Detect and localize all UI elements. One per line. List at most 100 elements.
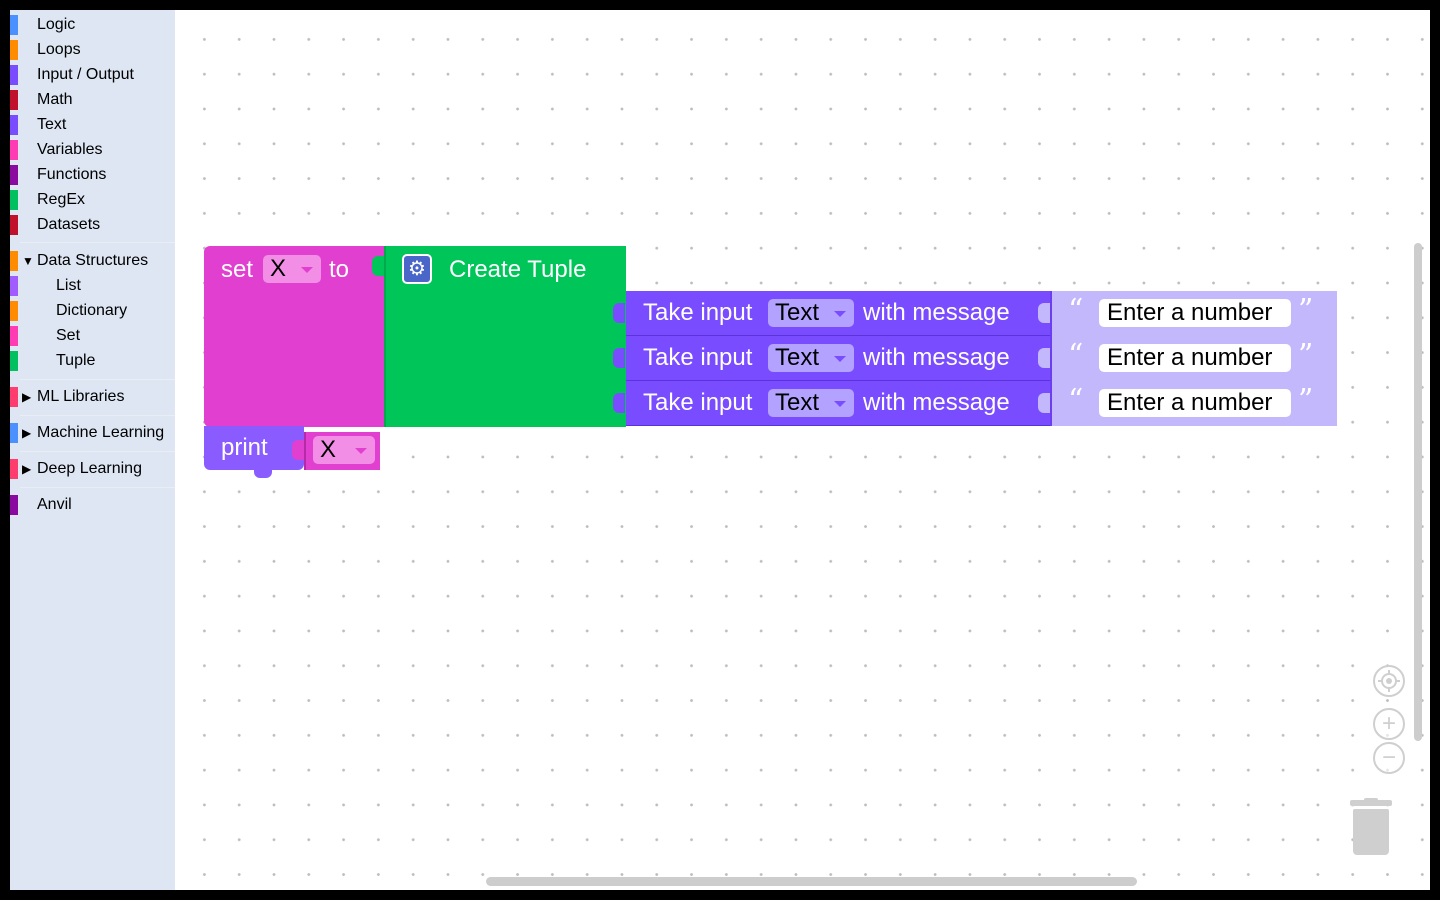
take-input-block[interactable]: Take input Text with message — [613, 336, 1050, 381]
input-connector — [1038, 348, 1050, 368]
workspace-canvas[interactable]: set X to ⚙ Create Tuple Take input Text … — [175, 10, 1430, 890]
trash-lid — [1350, 800, 1392, 806]
expanded-triangle-icon[interactable]: ▼ — [22, 254, 34, 268]
variable-dropdown[interactable]: X — [313, 436, 375, 464]
toolbox-separator — [20, 487, 175, 488]
take-input-block[interactable]: Take input Text with message — [613, 381, 1050, 426]
gear-icon[interactable]: ⚙ — [402, 254, 432, 284]
input-connector — [372, 256, 384, 276]
toolbox: Logic Loops Input / Output Math Text Var… — [10, 10, 175, 890]
category-regex[interactable]: RegEx — [10, 189, 175, 211]
zoom-in-button[interactable]: + — [1373, 708, 1405, 740]
vertical-scrollbar[interactable] — [1414, 243, 1422, 741]
set-variable-block[interactable]: set X to — [204, 246, 384, 427]
input-type-dropdown[interactable]: Text — [768, 389, 854, 417]
zoom-out-button[interactable]: − — [1373, 742, 1405, 774]
category-functions[interactable]: Functions — [10, 164, 175, 186]
string-block[interactable]: “ Enter a number ” — [1038, 381, 1337, 426]
message-text-field[interactable]: Enter a number — [1099, 299, 1291, 327]
trash-icon[interactable] — [1348, 798, 1394, 858]
category-list[interactable]: List — [10, 275, 175, 297]
category-label: Tuple — [56, 352, 96, 369]
input-type-value: Text — [775, 299, 820, 326]
category-label: ML Libraries — [37, 388, 125, 405]
category-dictionary[interactable]: Dictionary — [10, 300, 175, 322]
take-input-block[interactable]: Take input Text with message — [613, 291, 1050, 336]
category-swatch — [10, 190, 18, 210]
take-input-label: Take input — [643, 344, 753, 371]
category-loops[interactable]: Loops — [10, 39, 175, 61]
category-data-structures[interactable]: ▼ Data Structures — [10, 250, 175, 272]
category-label: RegEx — [37, 191, 86, 208]
category-swatch — [10, 423, 18, 443]
toolbox-separator — [20, 242, 175, 243]
input-type-dropdown[interactable]: Text — [768, 344, 854, 372]
category-swatch — [10, 140, 18, 160]
category-label: Data Structures — [37, 252, 149, 269]
category-math[interactable]: Math — [10, 89, 175, 111]
category-label: Math — [37, 91, 73, 108]
take-input-label: Take input — [643, 389, 753, 416]
category-label: Datasets — [37, 216, 101, 233]
chevron-down-icon — [355, 448, 367, 454]
category-datasets[interactable]: Datasets — [10, 214, 175, 236]
set-keyword: set — [221, 256, 254, 283]
plus-icon: + — [1381, 710, 1396, 737]
category-label: Text — [37, 116, 67, 133]
category-swatch — [10, 40, 18, 60]
chevron-down-icon — [834, 401, 846, 407]
collapsed-triangle-icon[interactable]: ▶ — [22, 390, 31, 404]
category-input-output[interactable]: Input / Output — [10, 64, 175, 86]
input-type-dropdown[interactable]: Text — [768, 299, 854, 327]
open-quote-icon: “ — [1068, 293, 1084, 328]
category-swatch — [10, 165, 18, 185]
category-tuple[interactable]: Tuple — [10, 350, 175, 372]
category-swatch — [10, 251, 18, 271]
category-swatch — [10, 15, 18, 35]
category-deep-learning[interactable]: ▶ Deep Learning — [10, 458, 175, 480]
category-swatch — [10, 495, 18, 515]
app-frame: Logic Loops Input / Output Math Text Var… — [10, 10, 1430, 890]
category-label: Deep Learning — [37, 460, 142, 477]
input-connector — [613, 393, 625, 413]
category-machine-learning[interactable]: ▶ Machine Learning — [10, 422, 175, 444]
category-anvil[interactable]: Anvil — [10, 494, 175, 516]
string-block[interactable]: “ Enter a number ” — [1038, 336, 1337, 381]
category-label: Machine Learning — [37, 424, 165, 441]
category-swatch — [10, 65, 18, 85]
category-label: Variables — [37, 141, 103, 158]
category-variables[interactable]: Variables — [10, 139, 175, 161]
category-label: Loops — [37, 41, 81, 58]
string-block[interactable]: “ Enter a number ” — [1038, 291, 1337, 336]
minus-icon: − — [1381, 744, 1396, 771]
create-tuple-block[interactable]: ⚙ Create Tuple — [372, 246, 626, 427]
collapsed-triangle-icon[interactable]: ▶ — [22, 426, 31, 440]
category-ml-libraries[interactable]: ▶ ML Libraries — [10, 386, 175, 408]
category-label: Dictionary — [56, 302, 128, 319]
message-text-field[interactable]: Enter a number — [1099, 389, 1291, 417]
category-text[interactable]: Text — [10, 114, 175, 136]
input-connector — [613, 348, 625, 368]
to-keyword: to — [329, 256, 350, 283]
toolbox-separator — [20, 415, 175, 416]
category-swatch — [10, 459, 18, 479]
recenter-glyph — [1378, 670, 1400, 692]
category-label: Logic — [37, 16, 76, 33]
category-logic[interactable]: Logic — [10, 14, 175, 36]
collapsed-triangle-icon[interactable]: ▶ — [22, 462, 31, 476]
message-text-field[interactable]: Enter a number — [1099, 344, 1291, 372]
category-label: List — [56, 277, 81, 294]
input-connector — [292, 440, 304, 460]
print-block[interactable]: print — [204, 426, 304, 478]
trash-can — [1353, 809, 1389, 855]
horizontal-scrollbar[interactable] — [486, 877, 1137, 886]
close-quote-icon: ” — [1298, 338, 1314, 373]
with-message-label: with message — [863, 344, 1010, 371]
category-set[interactable]: Set — [10, 325, 175, 347]
variable-dropdown[interactable]: X — [263, 255, 321, 283]
category-swatch — [10, 90, 18, 110]
with-message-label: with message — [863, 389, 1010, 416]
target-icon[interactable] — [1373, 665, 1405, 697]
variable-get-block[interactable]: X — [292, 432, 380, 470]
input-connector — [613, 303, 625, 323]
